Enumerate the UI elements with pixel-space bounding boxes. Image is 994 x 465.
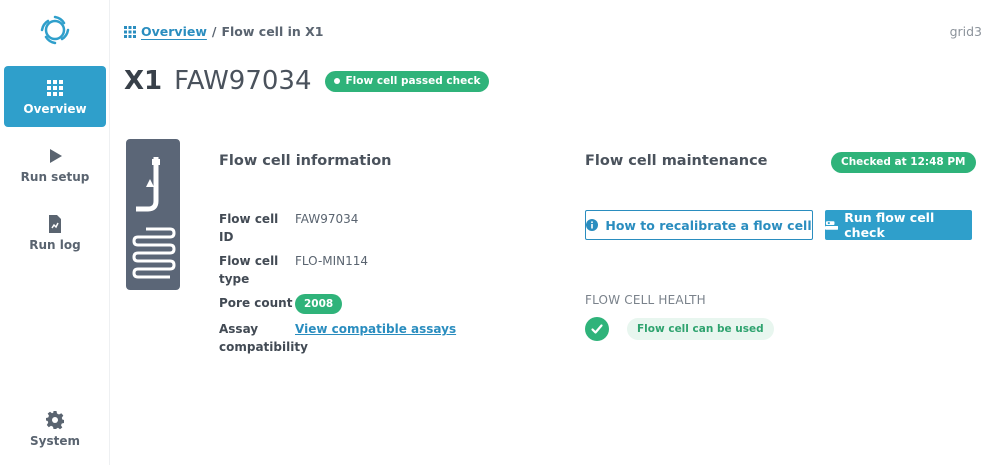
recalibrate-help-button[interactable]: How to recalibrate a flow cell <box>585 210 813 240</box>
view-compatible-assays-link[interactable]: View compatible assays <box>295 320 456 356</box>
flow-cell-id-title: FAW97034 <box>174 66 312 96</box>
play-icon <box>50 149 62 163</box>
grid-icon <box>47 80 63 96</box>
info-key: Pore count <box>219 296 293 310</box>
sidebar-item-system[interactable]: System <box>4 398 106 459</box>
status-dot-icon <box>333 78 340 84</box>
app-root: Overview Run setup Run log System Overvi… <box>0 0 994 465</box>
gear-icon <box>46 411 64 430</box>
flow-cell-check-icon <box>825 221 839 230</box>
flow-cell-icon <box>126 139 180 290</box>
breadcrumb-separator: / <box>211 24 217 39</box>
sidebar-item-overview[interactable]: Overview <box>4 66 106 127</box>
document-icon <box>49 215 61 233</box>
info-key: Assay compatibility <box>219 322 308 354</box>
flow-cell-maintenance-heading: Flow cell maintenance <box>585 153 768 169</box>
grid-icon <box>124 25 136 38</box>
host-name: grid3 <box>949 24 982 39</box>
info-row-flow-cell-id: Flow cell ID FAW97034 <box>219 210 456 246</box>
flow-cell-health-status: Flow cell can be used <box>585 317 774 341</box>
health-status-pill: Flow cell can be used <box>627 318 774 340</box>
status-badge-label: Flow cell passed check <box>345 75 481 87</box>
app-logo-icon <box>40 15 70 45</box>
info-key: Flow cell type <box>219 254 279 286</box>
status-badge: Flow cell passed check <box>324 70 490 92</box>
info-value: 2008 <box>295 294 343 314</box>
run-flow-cell-check-label: Run flow cell check <box>844 210 935 240</box>
checked-time-badge: Checked at 12:48 PM <box>831 152 976 173</box>
flow-cell-health-label: FLOW CELL HEALTH <box>585 293 706 307</box>
check-circle-icon <box>585 317 609 341</box>
sidebar-item-run-log[interactable]: Run log <box>4 202 106 263</box>
breadcrumb-overview-link[interactable]: Overview <box>141 24 207 39</box>
sidebar-item-label: Overview <box>23 102 87 116</box>
info-row-pore-count: Pore count 2008 <box>219 294 456 314</box>
info-icon <box>586 219 599 231</box>
sidebar-item-label: Run log <box>29 238 81 252</box>
pore-count-badge: 2008 <box>295 294 343 314</box>
recalibrate-help-label: How to recalibrate a flow cell <box>605 217 812 233</box>
page-title: X1 FAW97034 Flow cell passed check <box>124 66 490 96</box>
flow-cell-information-heading: Flow cell information <box>219 153 392 169</box>
breadcrumb: Overview / Flow cell in X1 <box>124 24 323 39</box>
run-flow-cell-check-button[interactable]: Run flow cell check <box>825 210 972 240</box>
sidebar-item-label: System <box>30 434 80 448</box>
info-key: Flow cell ID <box>219 212 279 244</box>
flow-cell-info-table: Flow cell ID FAW97034 Flow cell type FLO… <box>219 210 456 362</box>
sidebar-item-label: Run setup <box>20 170 90 184</box>
sidebar-item-run-setup[interactable]: Run setup <box>4 134 106 195</box>
info-value: FLO-MIN114 <box>295 254 369 268</box>
info-value: FAW97034 <box>295 212 359 226</box>
sidebar: Overview Run setup Run log System <box>0 0 110 465</box>
info-row-flow-cell-type: Flow cell type FLO-MIN114 <box>219 252 456 288</box>
breadcrumb-current: Flow cell in X1 <box>221 24 324 39</box>
info-row-assay-compatibility: Assay compatibility View compatible assa… <box>219 320 456 356</box>
position-label: X1 <box>124 66 163 96</box>
